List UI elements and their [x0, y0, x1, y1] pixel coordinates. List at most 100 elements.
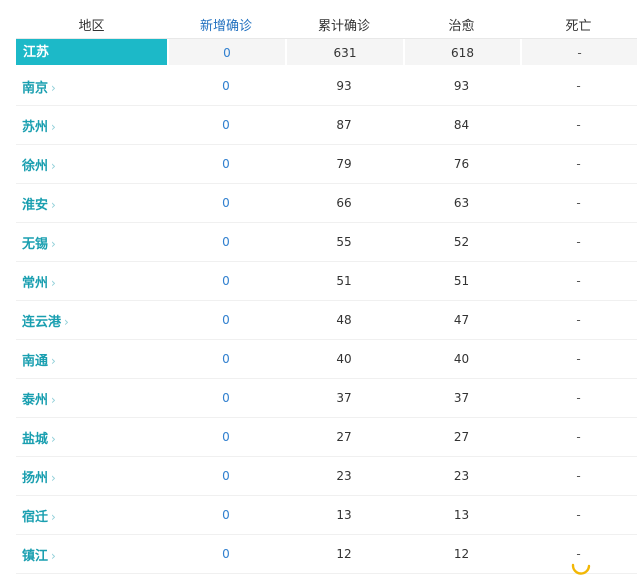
city-total-confirmed: 93 [336, 79, 352, 93]
city-link[interactable]: 泰州 › [16, 389, 167, 408]
table-row[interactable]: 扬州 › 0 23 23 - [16, 457, 637, 496]
loading-spinner-icon [571, 563, 591, 575]
table-row[interactable]: 南京 › 0 93 93 - [16, 67, 637, 106]
table-row[interactable]: 淮安 › 0 66 63 - [16, 184, 637, 223]
chevron-right-icon: › [51, 236, 56, 251]
epidemic-data-table: 地区 新增确诊 累计确诊 治愈 死亡 江苏 0 631 618 - 南京 › 0 93… [16, 10, 637, 574]
province-total-confirmed: 631 [285, 39, 403, 65]
province-name[interactable]: 江苏 [16, 39, 167, 65]
city-link[interactable]: 扬州 › [16, 467, 167, 486]
city-deaths: - [576, 157, 581, 171]
city-total-confirmed: 51 [336, 274, 352, 288]
table-row[interactable]: 徐州 › 0 79 76 - [16, 145, 637, 184]
city-rows: 南京 › 0 93 93- 苏州 › 0 87 84- 徐州 › 0 79 76- 淮安 › 0 66 63- 无锡 › 0… [16, 67, 637, 574]
table-row[interactable]: 连云港 › 0 48 47 - [16, 301, 637, 340]
province-deaths: - [520, 39, 637, 65]
city-link[interactable]: 盐城 › [16, 428, 167, 447]
city-cured: 23 [453, 469, 470, 483]
province-row[interactable]: 江苏 0 631 618 - [16, 39, 637, 67]
city-name[interactable]: 扬州 [22, 471, 48, 486]
city-link[interactable]: 南通 › [16, 350, 167, 369]
chevron-right-icon: › [51, 158, 56, 173]
chevron-right-icon: › [51, 197, 56, 212]
city-total-confirmed: 40 [336, 352, 352, 366]
city-total-confirmed: 12 [336, 547, 352, 561]
city-cured: 52 [453, 235, 470, 249]
city-total-confirmed: 55 [336, 235, 352, 249]
city-link[interactable]: 徐州 › [16, 155, 167, 174]
city-link[interactable]: 常州 › [16, 272, 167, 291]
city-name[interactable]: 南京 [22, 81, 48, 96]
city-name[interactable]: 南通 [22, 354, 48, 369]
top-cropped-text: —— ——— —— ———— —————— [70, 0, 260, 6]
city-link[interactable]: 宿迁 › [16, 506, 167, 525]
table-row[interactable]: 宿迁 › 0 13 13 - [16, 496, 637, 535]
header-deaths: 死亡 [565, 18, 592, 34]
city-deaths: - [576, 235, 581, 249]
header-region: 地区 [78, 18, 105, 34]
city-link[interactable]: 苏州 › [16, 116, 167, 135]
chevron-right-icon: › [51, 353, 56, 368]
chevron-right-icon: › [51, 431, 56, 446]
city-total-confirmed: 66 [336, 196, 352, 210]
city-name[interactable]: 盐城 [22, 432, 48, 447]
chevron-right-icon: › [64, 314, 69, 329]
city-new-confirmed: 0 [222, 352, 230, 366]
city-deaths: - [576, 469, 581, 483]
city-new-confirmed: 0 [222, 430, 230, 444]
chevron-right-icon: › [51, 275, 56, 290]
city-cured: 93 [453, 79, 470, 93]
city-deaths: - [576, 274, 581, 288]
city-name[interactable]: 徐州 [22, 159, 48, 174]
header-new-confirmed[interactable]: 新增确诊 [167, 15, 285, 34]
table-row[interactable]: 南通 › 0 40 40 - [16, 340, 637, 379]
top-cropped-label: —— ——— —— ———— —————— [70, 0, 260, 5]
city-total-confirmed: 37 [336, 391, 352, 405]
city-deaths: - [576, 79, 581, 93]
city-link[interactable]: 无锡 › [16, 233, 167, 252]
city-new-confirmed: 0 [222, 196, 230, 210]
city-link[interactable]: 连云港 › [16, 311, 167, 330]
city-cured: 27 [453, 430, 470, 444]
province-cured: 618 [403, 39, 520, 65]
city-name[interactable]: 苏州 [22, 120, 48, 135]
city-link[interactable]: 南京 › [16, 77, 167, 96]
city-name[interactable]: 连云港 [22, 315, 61, 330]
table-row[interactable]: 苏州 › 0 87 84 - [16, 106, 637, 145]
city-cured: 12 [453, 547, 470, 561]
city-deaths: - [576, 118, 581, 132]
header-total-confirmed: 累计确诊 [317, 18, 370, 34]
city-total-confirmed: 48 [336, 313, 352, 327]
city-deaths: - [576, 352, 581, 366]
table-row[interactable]: 泰州 › 0 37 37 - [16, 379, 637, 418]
city-new-confirmed: 0 [222, 547, 230, 561]
city-total-confirmed: 79 [336, 157, 352, 171]
table-row[interactable]: 盐城 › 0 27 27 - [16, 418, 637, 457]
chevron-right-icon: › [51, 548, 56, 563]
table-row[interactable]: 镇江 › 0 12 12 - [16, 535, 637, 574]
city-deaths: - [576, 391, 581, 405]
city-cured: 63 [453, 196, 470, 210]
city-cured: 40 [453, 352, 470, 366]
table-row[interactable]: 无锡 › 0 55 52 - [16, 223, 637, 262]
city-name[interactable]: 无锡 [22, 237, 48, 252]
city-name[interactable]: 泰州 [22, 393, 48, 408]
city-new-confirmed: 0 [222, 274, 230, 288]
city-name[interactable]: 宿迁 [22, 510, 48, 525]
city-name[interactable]: 常州 [22, 276, 48, 291]
city-total-confirmed: 87 [336, 118, 352, 132]
header-cured: 治愈 [448, 18, 475, 34]
city-name[interactable]: 淮安 [22, 198, 48, 213]
city-link[interactable]: 镇江 › [16, 545, 167, 564]
table-row[interactable]: 常州 › 0 51 51 - [16, 262, 637, 301]
province-new-confirmed: 0 [167, 39, 285, 65]
city-name[interactable]: 镇江 [22, 549, 48, 564]
city-cured: 37 [453, 391, 470, 405]
city-cured: 51 [453, 274, 470, 288]
city-new-confirmed: 0 [222, 235, 230, 249]
city-link[interactable]: 淮安 › [16, 194, 167, 213]
chevron-right-icon: › [51, 509, 56, 524]
city-deaths: - [576, 313, 581, 327]
chevron-right-icon: › [51, 470, 56, 485]
city-total-confirmed: 13 [336, 508, 352, 522]
